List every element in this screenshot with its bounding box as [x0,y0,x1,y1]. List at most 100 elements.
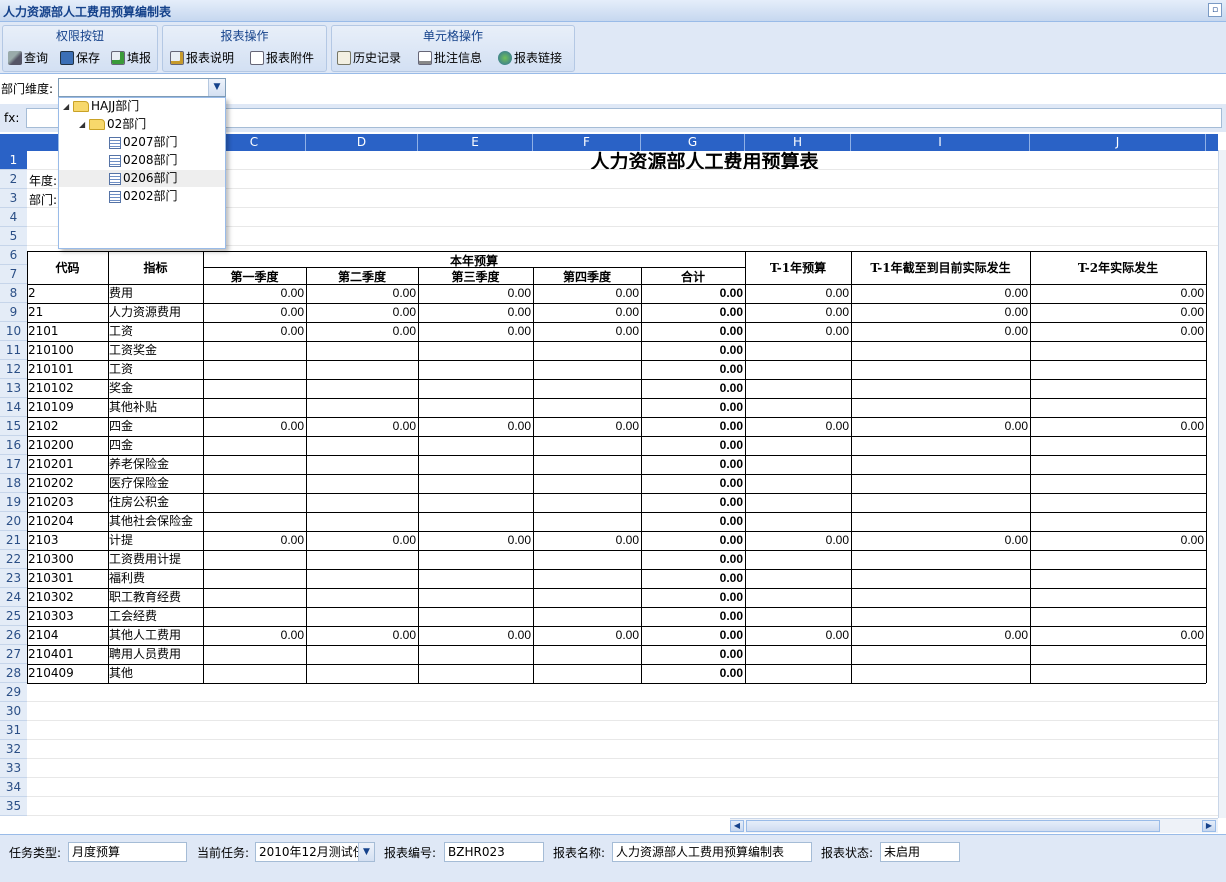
expand-triangle-icon[interactable]: ◢ [63,98,71,115]
total-cell[interactable]: 0.00 [641,493,745,512]
row-header[interactable]: 19 [0,493,27,512]
total-cell[interactable]: 0.00 [641,417,745,436]
header-q3[interactable]: 第三季度 [418,268,533,284]
row-code[interactable]: 2101 [28,322,107,341]
row-header[interactable]: 17 [0,455,27,474]
value-cell[interactable]: 0.00 [306,303,418,322]
row-header[interactable]: 32 [0,740,27,759]
row-code[interactable]: 210100 [28,341,107,360]
value-cell[interactable]: 0.00 [306,417,418,436]
row-header[interactable]: 35 [0,797,27,816]
row-header[interactable]: 18 [0,474,27,493]
value-cell[interactable]: 0.00 [533,531,641,550]
row-code[interactable]: 210203 [28,493,107,512]
value-cell[interactable]: 0.00 [203,303,306,322]
row-indicator[interactable]: 聘用人员费用 [109,645,202,664]
row-header[interactable]: 25 [0,607,27,626]
value-cell[interactable]: 0.00 [745,417,851,436]
row-header[interactable]: 13 [0,379,27,398]
row-indicator[interactable]: 四金 [109,436,202,455]
value-cell[interactable]: 0.00 [418,284,533,303]
header-t2-actual[interactable]: T-2年实际发生 [1030,252,1206,284]
column-header-I[interactable]: I [851,134,1030,151]
report-name-field[interactable]: 人力资源部人工费用预算编制表 [612,842,812,862]
total-cell[interactable]: 0.00 [641,436,745,455]
report-status-field[interactable]: 未启用 [880,842,960,862]
row-header[interactable]: 11 [0,341,27,360]
value-cell[interactable]: 0.00 [851,626,1030,645]
header-q2[interactable]: 第二季度 [306,268,418,284]
row-code[interactable]: 2103 [28,531,107,550]
total-cell[interactable]: 0.00 [641,455,745,474]
expand-triangle-icon[interactable]: ◢ [79,116,87,133]
total-cell[interactable]: 0.00 [641,360,745,379]
column-header-E[interactable]: E [418,134,533,151]
row-header[interactable]: 30 [0,702,27,721]
value-cell[interactable]: 0.00 [1030,284,1206,303]
value-cell[interactable]: 0.00 [306,626,418,645]
tree-node-leaf[interactable]: 0202部门 [59,188,225,205]
total-cell[interactable]: 0.00 [641,322,745,341]
header-q1[interactable]: 第一季度 [203,268,306,284]
chevron-down-icon[interactable]: ▼ [208,79,225,96]
row-header[interactable]: 28 [0,664,27,683]
header-current-year[interactable]: 本年预算 [203,252,745,268]
scroll-thumb[interactable] [746,820,1160,832]
total-cell[interactable]: 0.00 [641,474,745,493]
column-header-F[interactable]: F [533,134,641,151]
value-cell[interactable]: 0.00 [1030,531,1206,550]
row-header[interactable]: 12 [0,360,27,379]
row-code[interactable]: 2104 [28,626,107,645]
row-code[interactable]: 210204 [28,512,107,531]
value-cell[interactable]: 0.00 [1030,417,1206,436]
row-indicator[interactable]: 医疗保险金 [109,474,202,493]
row-code[interactable]: 210202 [28,474,107,493]
value-cell[interactable]: 0.00 [851,303,1030,322]
total-cell[interactable]: 0.00 [641,607,745,626]
sheet-title[interactable]: 人力资源部人工费用预算表 [203,151,1206,170]
value-cell[interactable]: 0.00 [851,322,1030,341]
row-indicator[interactable]: 奖金 [109,379,202,398]
row-header[interactable]: 4 [0,208,27,227]
header-total[interactable]: 合计 [641,268,745,284]
scroll-right-icon[interactable]: ▶ [1202,820,1216,832]
vertical-scrollbar[interactable] [1218,150,1226,818]
value-cell[interactable]: 0.00 [851,417,1030,436]
row-code[interactable]: 2102 [28,417,107,436]
row-header[interactable]: 9 [0,303,27,322]
header-t1-budget[interactable]: T-1年预算 [745,252,851,284]
total-cell[interactable]: 0.00 [641,588,745,607]
row-code[interactable]: 210101 [28,360,107,379]
value-cell[interactable]: 0.00 [418,303,533,322]
total-cell[interactable]: 0.00 [641,531,745,550]
annotation-button[interactable]: 批注信息 [418,48,482,68]
row-header[interactable]: 34 [0,778,27,797]
row-header[interactable]: 24 [0,588,27,607]
report-no-field[interactable]: BZHR023 [444,842,544,862]
row-code[interactable]: 210201 [28,455,107,474]
header-q4[interactable]: 第四季度 [533,268,641,284]
value-cell[interactable]: 0.00 [203,626,306,645]
row-code[interactable]: 210302 [28,588,107,607]
row-code[interactable]: 210409 [28,664,107,683]
row-indicator[interactable]: 工资 [109,322,202,341]
column-header-J[interactable]: J [1030,134,1206,151]
row-header[interactable]: 29 [0,683,27,702]
value-cell[interactable]: 0.00 [203,284,306,303]
task-type-field[interactable]: 月度预算 [68,842,187,862]
fill-button[interactable]: 填报 [111,48,151,68]
value-cell[interactable]: 0.00 [1030,322,1206,341]
row-header[interactable]: 5 [0,227,27,246]
row-header[interactable]: 15 [0,417,27,436]
row-indicator[interactable]: 其他 [109,664,202,683]
row-header[interactable]: 26 [0,626,27,645]
scroll-left-icon[interactable]: ◀ [730,820,744,832]
row-header[interactable]: 7 [0,265,27,284]
value-cell[interactable]: 0.00 [1030,626,1206,645]
row-code[interactable]: 210102 [28,379,107,398]
value-cell[interactable]: 0.00 [851,284,1030,303]
row-code[interactable]: 2 [28,284,107,303]
row-code[interactable]: 210200 [28,436,107,455]
total-cell[interactable]: 0.00 [641,379,745,398]
row-indicator[interactable]: 四金 [109,417,202,436]
